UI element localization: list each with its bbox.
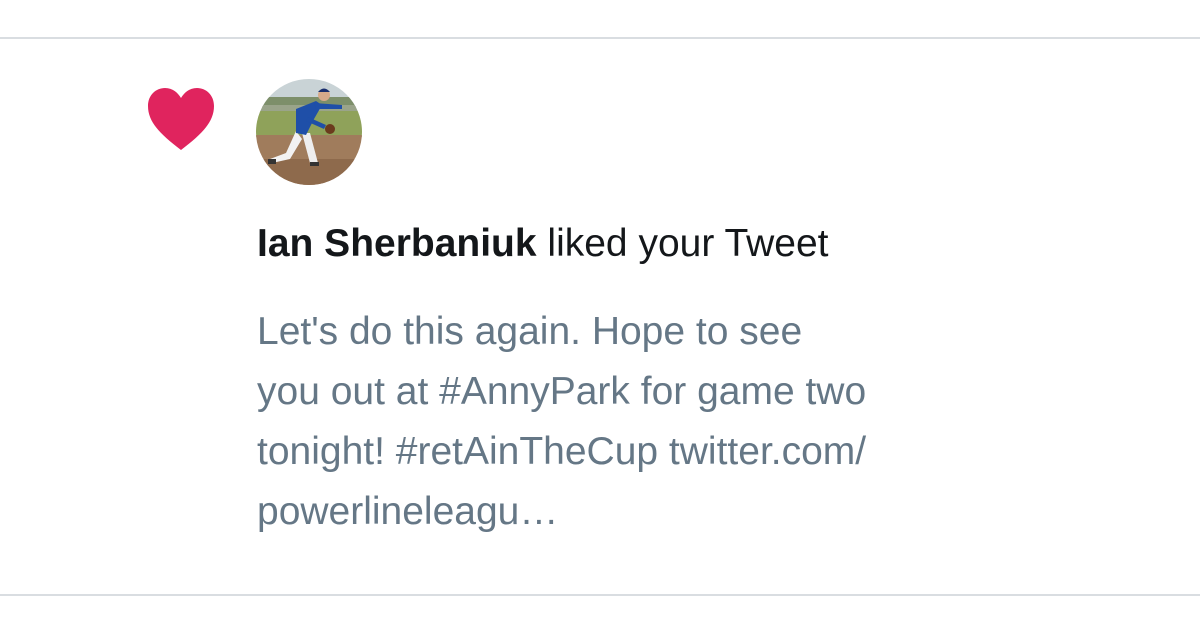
avatar[interactable] [256,79,362,185]
tweet-line: tonight! #retAinTheCup twitter.com/ [257,430,867,473]
notification-headline: Ian Sherbaniuk liked your Tweet [257,218,829,270]
like-notification[interactable]: Ian Sherbaniuk liked your Tweet Let's do… [0,0,1200,594]
notifications-page: Ian Sherbaniuk liked your Tweet Let's do… [0,0,1200,620]
tweet-text[interactable]: Let's do this again. Hope to see you out… [257,302,1077,542]
heart-icon [146,86,216,152]
tweet-line: you out at #AnnyPark for game two [257,370,867,413]
tweet-line: powerlineleagu… [257,490,559,533]
user-name-link[interactable]: Ian Sherbaniuk [257,222,537,265]
tweet-line: Let's do this again. Hope to see [257,310,803,353]
divider-bottom [0,594,1200,596]
action-text: liked your Tweet [536,222,829,265]
